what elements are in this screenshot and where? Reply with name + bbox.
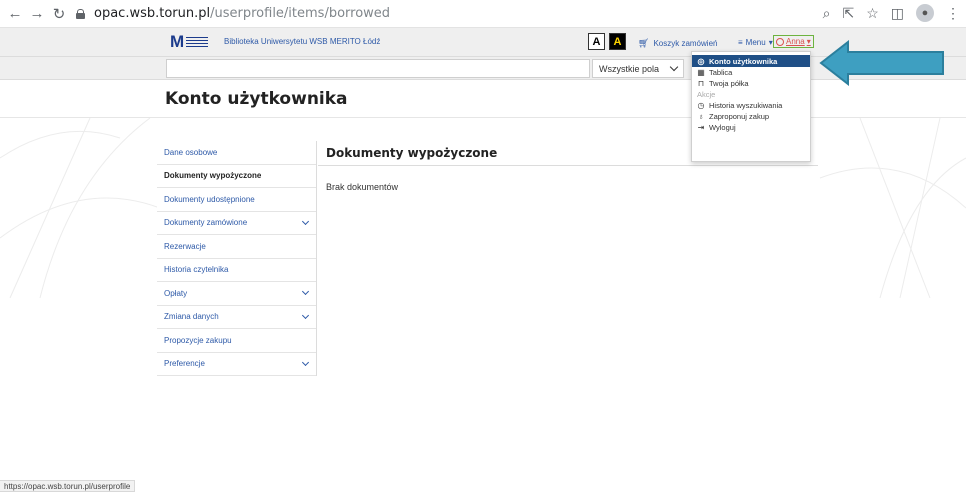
sidebar-item-label: Historia czytelnika	[164, 265, 229, 275]
cart-icon: 🛒︎	[638, 38, 650, 48]
contrast-normal-button[interactable]: A	[588, 33, 605, 50]
arrow-right-icon: →	[29, 5, 45, 22]
menu-label: Menu	[745, 38, 766, 47]
dropdown-item-konto-uzytkownika[interactable]: ◎ Konto użytkownika	[692, 55, 810, 67]
sidebar-item-zmiana-danych[interactable]: Zmiana danych	[157, 306, 316, 329]
sidepanel-icon[interactable]: ◫	[891, 5, 904, 22]
sidebar-item-label: Opłaty	[164, 288, 188, 298]
chevron-down-icon	[301, 217, 310, 225]
lightbulb-icon: ♁	[698, 112, 704, 121]
forward-button[interactable]: →	[26, 3, 48, 25]
dropdown-item-tablica[interactable]: ▦ Tablica	[692, 67, 810, 78]
sidebar-item-dane-osobowe[interactable]: Dane osobowe	[157, 141, 316, 165]
caret-down-icon: ▾	[806, 37, 811, 46]
logo-mark: M	[170, 32, 184, 51]
page-title-band: Konto użytkownika	[0, 81, 966, 118]
sidebar-item-dokumenty-wypozyczone[interactable]: Dokumenty wypożyczone	[157, 165, 316, 188]
dropdown-item-twoja-polka[interactable]: ⊓ Twoja półka	[692, 78, 810, 89]
search-field-select[interactable]: Wszystkie pola	[592, 59, 684, 78]
sidebar-item-label: Propozycje zakupu	[164, 335, 232, 345]
profile-icon[interactable]: ●	[916, 4, 934, 22]
arrow-left-icon: ←	[7, 5, 23, 22]
share-icon[interactable]: ⇱	[842, 5, 854, 22]
more-icon[interactable]: ⋮	[946, 5, 960, 22]
sidebar-item-rezerwacje[interactable]: Rezerwacje	[157, 235, 316, 259]
user-circle-icon: ◎	[697, 56, 705, 66]
sidebar-item-label: Zmiana danych	[164, 312, 219, 322]
lock-icon	[76, 8, 85, 19]
bookmark-icon: ⊓	[697, 79, 705, 88]
address-bar[interactable]: opac.wsb.torun.pl/userprofile/items/borr…	[76, 6, 390, 21]
sidebar-item-oplaty[interactable]: Opłaty	[157, 282, 316, 306]
sidebar-item-label: Dokumenty udostępnione	[164, 194, 255, 204]
sidebar-item-label: Dokumenty zamówione	[164, 218, 248, 228]
dropdown-item-label: Twoja półka	[709, 79, 749, 88]
logo-text-lines	[186, 37, 209, 47]
sidebar-item-dokumenty-zamowione[interactable]: Dokumenty zamówione	[157, 212, 316, 235]
browser-actions: ⌕ ⇱ ☆ ◫ ● ⋮	[823, 4, 960, 22]
dropdown-item-zaproponuj-zakup[interactable]: ♁ Zaproponuj zakup	[692, 111, 810, 122]
reload-button[interactable]: ↻	[48, 3, 70, 25]
chevron-down-icon	[301, 311, 310, 319]
cart-label: Koszyk zamówień	[653, 39, 718, 48]
dropdown-section-header: Akcje	[697, 90, 716, 99]
url-host: opac.wsb.torun.pl	[94, 6, 211, 21]
dropdown-item-label: Zaproponuj zakup	[709, 112, 770, 121]
sidebar-item-label: Rezerwacje	[164, 241, 206, 251]
clock-icon: ◷	[697, 101, 705, 110]
sidebar-item-historia-czytelnika[interactable]: Historia czytelnika	[157, 259, 316, 282]
dropdown-item-historia-wyszukiwania[interactable]: ◷ Historia wyszukiwania	[692, 100, 810, 111]
dropdown-item-label: Tablica	[709, 68, 733, 77]
contrast-high-button[interactable]: A	[609, 33, 626, 50]
annotation-arrow	[819, 40, 944, 86]
zoom-icon[interactable]: ⌕	[823, 5, 831, 22]
dropdown-item-label: Historia wyszukiwania	[709, 101, 783, 110]
url-path: /userprofile/items/borrowed	[210, 6, 391, 21]
search-field-value: Wszystkie pola	[599, 63, 660, 74]
sidebar-item-dokumenty-udostepnione[interactable]: Dokumenty udostępnione	[157, 188, 316, 212]
empty-state-text: Brak dokumentów	[326, 182, 399, 192]
sidebar-item-label: Dokumenty wypożyczone	[164, 171, 262, 181]
cart-link[interactable]: 🛒︎ Koszyk zamówień	[638, 38, 717, 49]
library-logo[interactable]: M	[170, 32, 209, 51]
table-icon: ▦	[697, 68, 705, 77]
page-title: Konto użytkownika	[165, 89, 348, 109]
content-title: Dokumenty wypożyczone	[326, 146, 498, 160]
sidebar-item-preferencje[interactable]: Preferencje	[157, 353, 316, 376]
decorative-background-lines	[0, 118, 966, 298]
menu-dropdown-button[interactable]: ≡ Menu ▾	[738, 38, 773, 47]
sidebar-item-propozycje-zakupu[interactable]: Propozycje zakupu	[157, 329, 316, 353]
sidebar-item-label: Preferencje	[164, 359, 205, 369]
user-icon	[776, 37, 784, 46]
dropdown-item-label: Konto użytkownika	[709, 56, 778, 66]
chevron-down-icon	[669, 62, 679, 72]
star-icon[interactable]: ☆	[866, 5, 879, 22]
dropdown-item-label: Wyloguj	[709, 123, 736, 132]
logout-icon: ⇥	[697, 123, 705, 132]
user-menu-button[interactable]: Anna ▾	[773, 35, 814, 48]
hamburger-icon: ≡	[738, 38, 743, 47]
browser-toolbar: ← → ↻ opac.wsb.torun.pl/userprofile/item…	[0, 0, 966, 28]
back-button[interactable]: ←	[4, 3, 26, 25]
reload-icon: ↻	[52, 5, 66, 23]
search-input[interactable]	[166, 59, 590, 78]
content-divider	[318, 165, 818, 166]
account-sidebar: Dane osobowe Dokumenty wypożyczone Dokum…	[157, 141, 317, 376]
user-name: Anna	[786, 37, 805, 46]
status-bar-url: https://opac.wsb.torun.pl/userprofile	[0, 480, 136, 492]
sidebar-item-label: Dane osobowe	[164, 147, 218, 157]
dropdown-item-wyloguj[interactable]: ⇥ Wyloguj	[692, 122, 810, 133]
user-dropdown-menu: ◎ Konto użytkownika ▦ Tablica ⊓ Twoja pó…	[691, 51, 811, 162]
chevron-down-icon	[301, 358, 310, 366]
chevron-down-icon	[301, 288, 310, 296]
library-name-link[interactable]: Biblioteka Uniwersytetu WSB MERITO Łódź	[224, 37, 380, 46]
